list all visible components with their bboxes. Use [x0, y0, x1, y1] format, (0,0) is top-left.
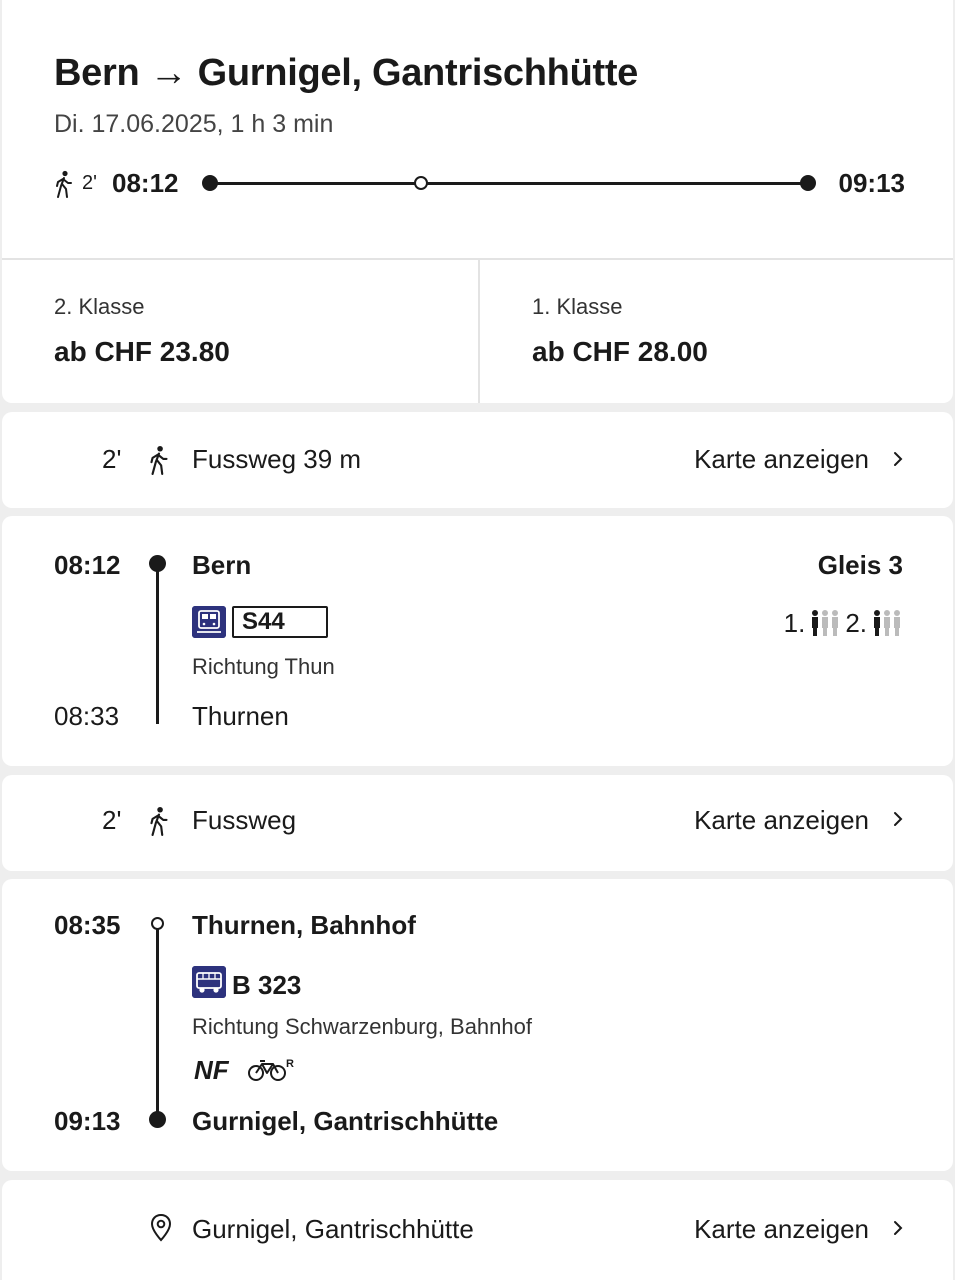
walk-minutes: 2'	[102, 805, 122, 835]
route-to: Gurnigel, Gantrischhütte	[197, 52, 639, 94]
leg-departure-time: 08:12	[54, 550, 121, 580]
low-floor-attribute: NF	[194, 1055, 229, 1085]
walk-icon	[56, 170, 72, 198]
occupancy-low-icon	[812, 610, 839, 636]
show-map-link[interactable]: Karte anzeigen	[694, 444, 869, 475]
walk-segment-card: 2' Fussweg Karte anzeigen	[2, 775, 953, 871]
route-date-duration: Di. 17.06.2025, 1 h 3 min	[54, 110, 334, 138]
leg-line	[156, 929, 159, 1117]
class-label: 2. Klasse	[54, 294, 145, 319]
divider	[478, 260, 480, 403]
route-title: Bern → Gurnigel, Gantrischhütte	[54, 52, 638, 95]
bike-reservation-icon: R	[248, 1058, 294, 1081]
departure-time: 08:12	[112, 168, 179, 198]
occupancy-first-class-label: 1.	[783, 607, 806, 638]
walk-description: Fussweg	[192, 805, 297, 835]
platform-label: Gleis 3	[817, 550, 903, 580]
line-label: B 323	[232, 970, 302, 1000]
journey-summary-card: Bern → Gurnigel, Gantrischhütte Di. 17.0…	[2, 0, 953, 403]
show-map-link[interactable]: Karte anzeigen	[694, 805, 869, 836]
line-badge: S44	[232, 606, 328, 638]
walk-icon	[150, 445, 168, 475]
train-leg-card[interactable]: 08:12 Bern Gleis 3 S44 1. 2. Richtung Th…	[2, 516, 953, 766]
walk-minutes: 2'	[102, 444, 122, 474]
price-value: ab CHF 28.00	[532, 336, 708, 367]
location-pin-icon	[150, 1213, 172, 1242]
stop-dot	[149, 1111, 166, 1128]
leg-departure-time: 08:35	[54, 910, 121, 940]
chevron-right-icon[interactable]	[891, 450, 905, 468]
walk-icon	[150, 806, 168, 836]
leg-arrival-stop: Gurnigel, Gantrischhütte	[192, 1106, 499, 1136]
destination-name: Gurnigel, Gantrischhütte	[192, 1214, 474, 1244]
direction-label: Richtung Schwarzenburg, Bahnhof	[192, 1014, 532, 1039]
leg-arrival-time: 09:13	[54, 1106, 121, 1136]
arrival-time: 09:13	[838, 168, 906, 198]
leg-departure-stop: Thurnen, Bahnhof	[192, 910, 416, 940]
leg-arrival-time: 08:33	[54, 701, 120, 731]
route-arrow: →	[149, 52, 188, 94]
chevron-right-icon[interactable]	[891, 810, 905, 828]
class-label: 1. Klasse	[532, 294, 623, 319]
walk-description: Fussweg 39 m	[192, 444, 362, 474]
show-map-link[interactable]: Karte anzeigen	[694, 1214, 869, 1245]
timeline-end-dot	[800, 175, 816, 191]
walk-minutes: 2'	[82, 172, 97, 194]
train-icon	[192, 606, 226, 638]
leg-departure-stop: Bern	[192, 550, 252, 580]
leg-line	[156, 562, 159, 724]
timeline-line	[209, 182, 809, 185]
walk-segment-card: 2' Fussweg 39 m Karte anzeigen	[2, 412, 953, 508]
price-value: ab CHF 23.80	[54, 336, 230, 367]
occupancy-indicator: 1. 2.	[784, 608, 903, 638]
journey-timeline: 2' 08:12 09:13	[54, 168, 905, 200]
bus-icon	[192, 966, 226, 998]
leg-arrival-stop: Thurnen	[192, 701, 289, 731]
chevron-right-icon[interactable]	[891, 1219, 905, 1237]
svg-text:R: R	[286, 1058, 294, 1070]
direction-label: Richtung Thun	[192, 654, 335, 679]
destination-card: Gurnigel, Gantrischhütte Karte anzeigen	[2, 1180, 953, 1280]
bus-leg-card[interactable]: 08:35 Thurnen, Bahnhof B 323 Richtung Sc…	[2, 879, 953, 1171]
timeline-start-dot	[202, 175, 218, 191]
timeline-change-dot	[414, 176, 428, 190]
route-from: Bern	[54, 52, 140, 94]
occupancy-low-icon	[874, 610, 900, 636]
occupancy-second-class-label: 2.	[845, 607, 867, 638]
